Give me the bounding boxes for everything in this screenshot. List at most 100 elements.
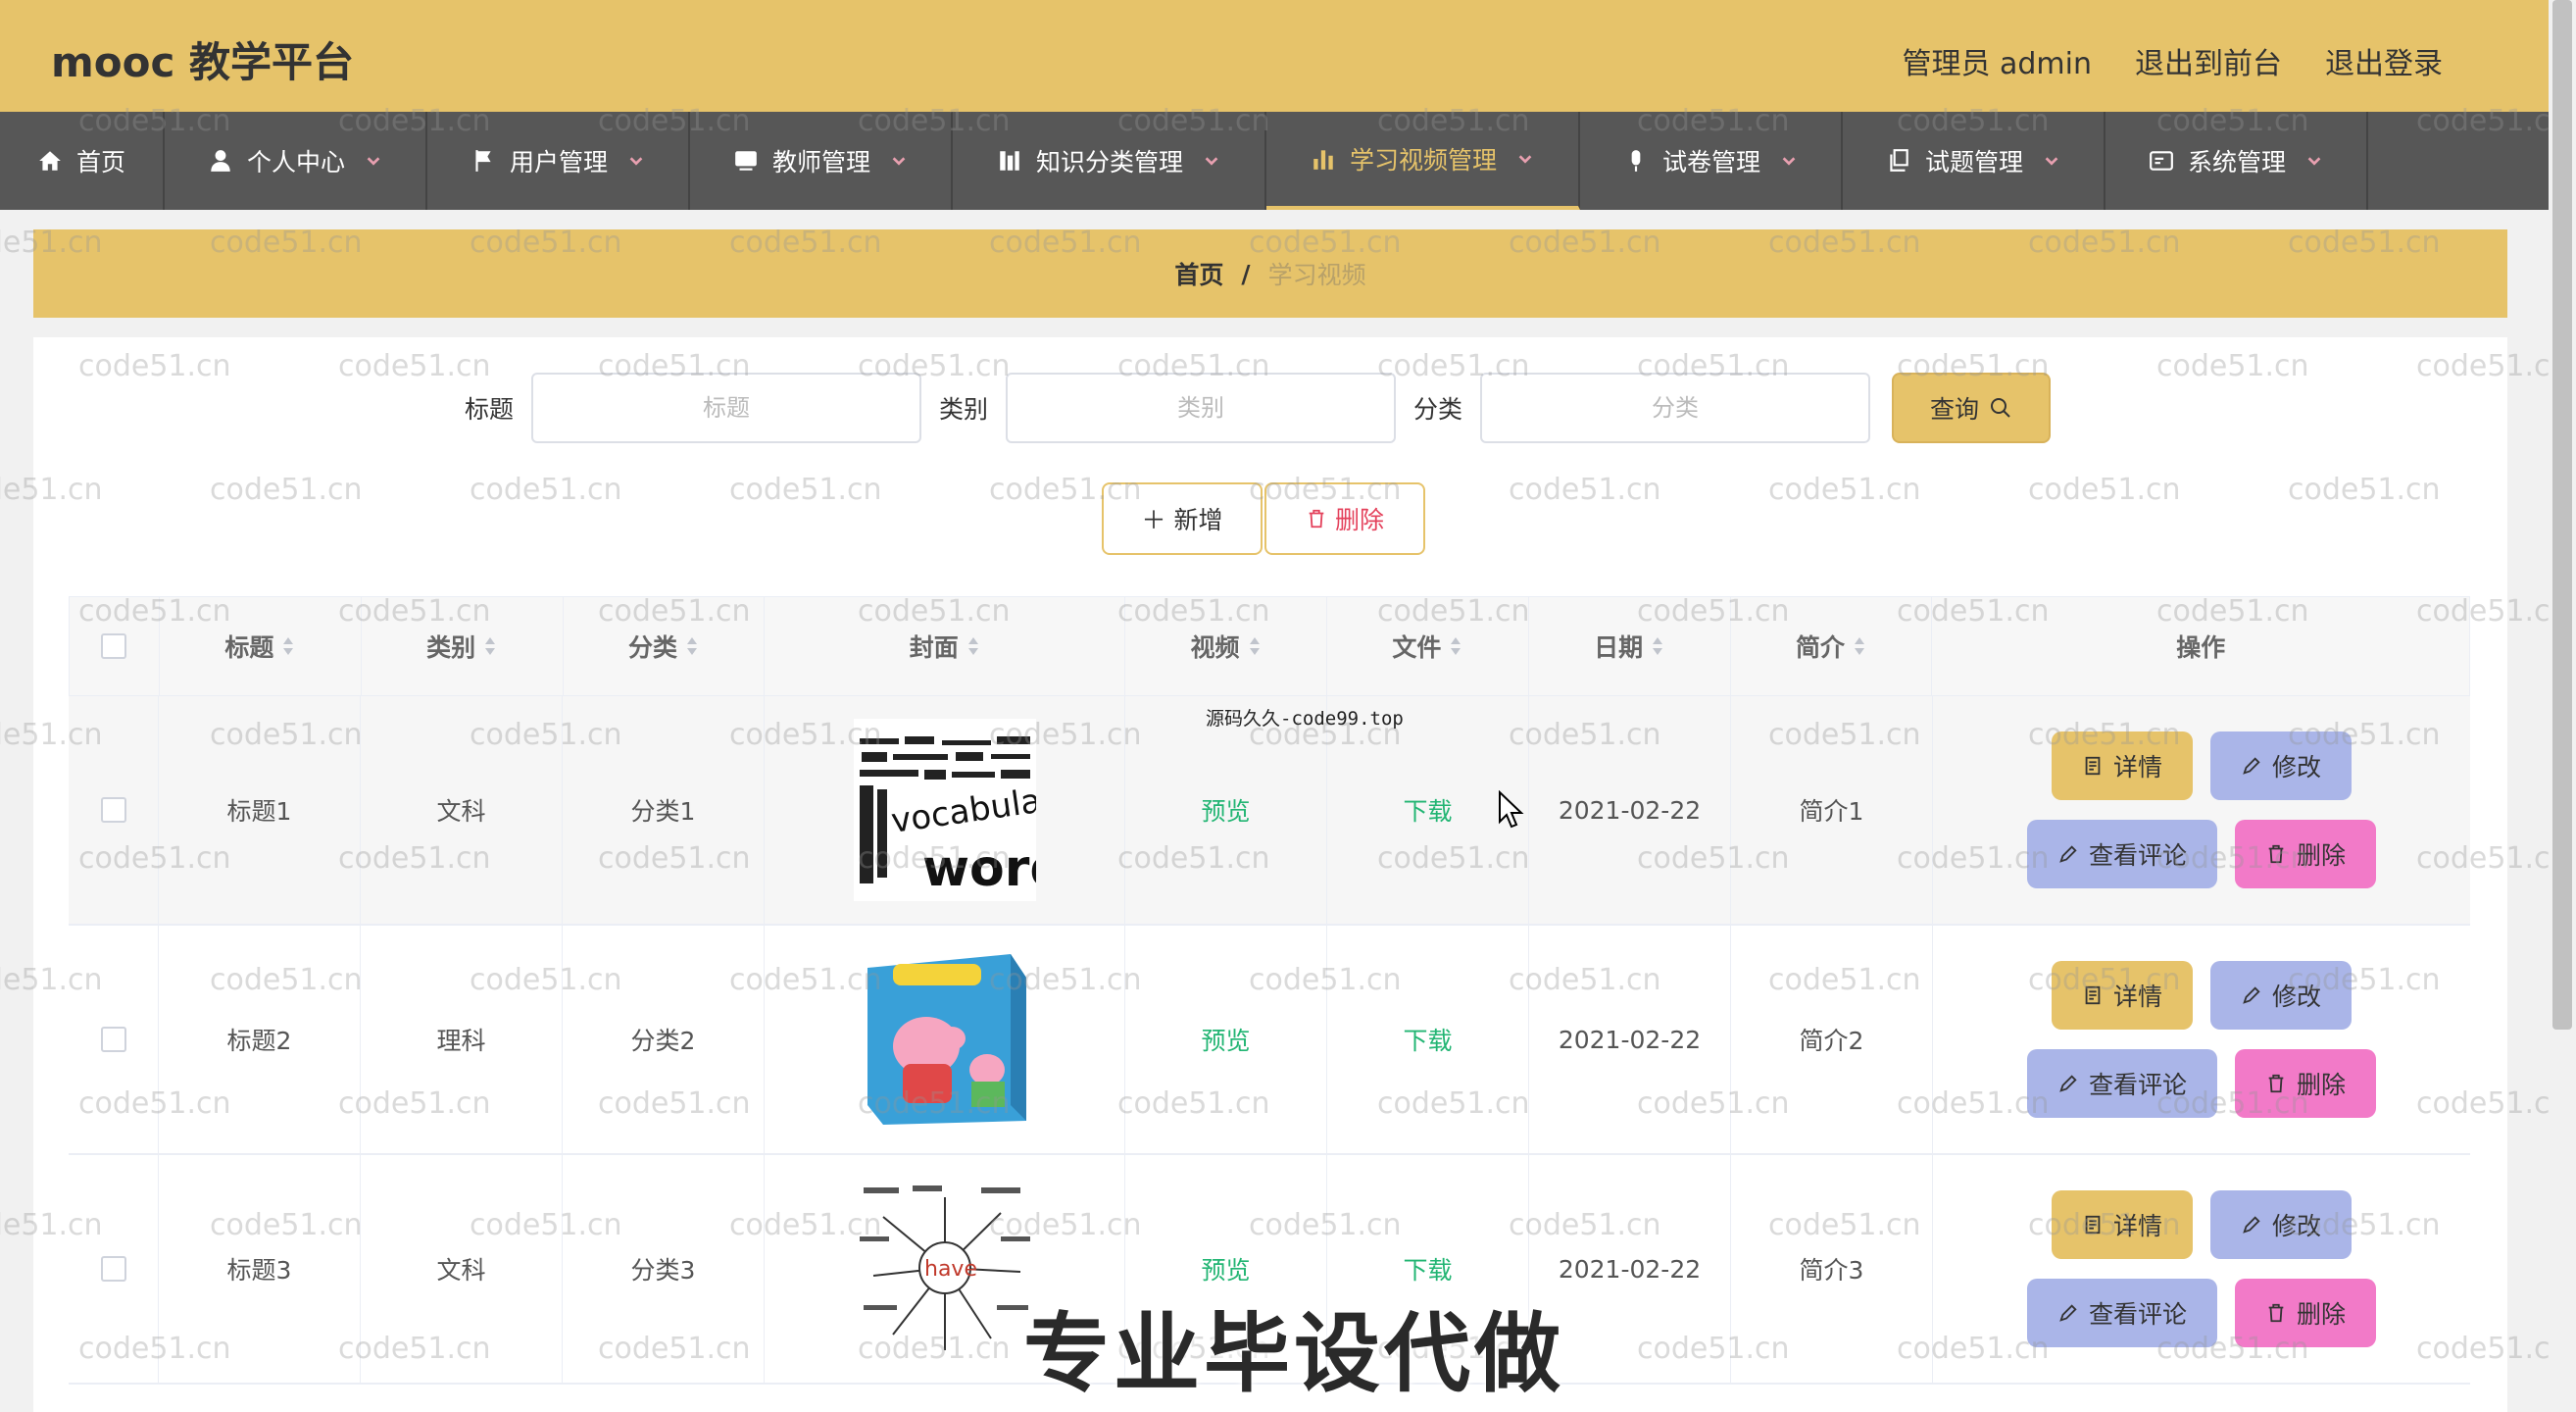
batch-delete-button[interactable]: 删除 bbox=[1264, 482, 1425, 555]
header-label: 封面 bbox=[909, 633, 959, 662]
chevron-down-icon bbox=[892, 157, 906, 166]
detail-button[interactable]: 详情 bbox=[2052, 961, 2193, 1030]
logout-link[interactable]: 退出登录 bbox=[2325, 39, 2443, 82]
header-label: 简介 bbox=[1796, 633, 1846, 662]
nav-label: 用户管理 bbox=[509, 148, 608, 176]
nav-item-knowledge[interactable]: 知识分类管理 bbox=[953, 112, 1266, 210]
chart-icon bbox=[1313, 150, 1333, 170]
class-input[interactable] bbox=[1480, 373, 1871, 443]
cell-cover bbox=[765, 926, 1125, 1153]
sort-icon bbox=[967, 637, 978, 655]
header-label: 类别 bbox=[426, 633, 476, 662]
mouse-cursor-icon bbox=[1499, 790, 1524, 829]
trash-icon bbox=[2268, 844, 2284, 864]
cell-title: 标题2 bbox=[159, 926, 361, 1153]
table-row: 标题2 理科 分类2 预览 下载 2021-02-22 简介2 详情 修改 查看… bbox=[69, 926, 2470, 1155]
add-button[interactable]: ＋ 新增 bbox=[1102, 482, 1263, 555]
admin-label[interactable]: 管理员 admin bbox=[1902, 39, 2092, 82]
nav-label: 试卷管理 bbox=[1661, 148, 1760, 176]
comment-label: 查看评论 bbox=[2088, 1300, 2187, 1329]
brand-title: mooc 教学平台 bbox=[51, 38, 354, 86]
action-bar: ＋ 新增 删除 bbox=[1102, 482, 1425, 555]
have-cover-image: have bbox=[853, 1178, 1036, 1360]
cell-intro: 简介2 bbox=[1731, 926, 1933, 1153]
nav-label: 个人中心 bbox=[246, 148, 345, 176]
nav-item-papers[interactable]: 试卷管理 bbox=[1580, 112, 1843, 210]
edit-label: 修改 bbox=[2271, 1212, 2321, 1240]
edit-button[interactable]: 修改 bbox=[2210, 731, 2352, 800]
row-checkbox[interactable] bbox=[100, 1027, 126, 1052]
th-class[interactable]: 分类 bbox=[564, 597, 766, 695]
comment-label: 查看评论 bbox=[2088, 841, 2187, 870]
nav-item-teachers[interactable]: 教师管理 bbox=[690, 112, 953, 210]
header-label: 分类 bbox=[627, 633, 677, 662]
edit-button[interactable]: 修改 bbox=[2210, 1190, 2352, 1259]
trash-icon bbox=[2268, 1303, 2284, 1323]
breadcrumb-home[interactable]: 首页 bbox=[1174, 256, 1223, 291]
pencil-icon bbox=[2059, 1304, 2077, 1322]
row-checkbox[interactable] bbox=[100, 1256, 126, 1282]
document-icon bbox=[2085, 985, 2101, 1005]
detail-button[interactable]: 详情 bbox=[2052, 1190, 2193, 1259]
select-all-checkbox[interactable] bbox=[101, 633, 127, 659]
nav-item-questions[interactable]: 试题管理 bbox=[1843, 112, 2105, 210]
th-cover[interactable]: 封面 bbox=[765, 597, 1126, 695]
sort-icon bbox=[1249, 637, 1260, 655]
view-comments-button[interactable]: 查看评论 bbox=[2027, 1049, 2217, 1118]
th-intro[interactable]: 简介 bbox=[1731, 597, 1933, 695]
document-icon bbox=[2085, 1215, 2101, 1235]
mic-icon bbox=[1631, 150, 1641, 172]
title-input[interactable] bbox=[531, 373, 922, 443]
th-video[interactable]: 视频 bbox=[1125, 597, 1327, 695]
pencil-icon bbox=[2243, 1216, 2260, 1234]
nav-item-system[interactable]: 系统管理 bbox=[2105, 112, 2368, 210]
sort-icon bbox=[1451, 637, 1461, 655]
cell-class: 分类2 bbox=[563, 926, 765, 1153]
detail-label: 详情 bbox=[2112, 753, 2162, 782]
page-scrollbar[interactable] bbox=[2549, 0, 2576, 1412]
th-category[interactable]: 类别 bbox=[362, 597, 564, 695]
delete-button[interactable]: 删除 bbox=[2235, 820, 2376, 888]
chevron-down-icon bbox=[1205, 157, 1218, 166]
table-row: 标题1 文科 分类1 vocabulary words 预览 下载 bbox=[69, 696, 2470, 926]
nav-item-profile[interactable]: 个人中心 bbox=[165, 112, 427, 210]
main-content: 标题 类别 分类 查询 ＋ 新增 删除 标题 类别 分类 封面 视频 文件 日期 bbox=[33, 337, 2507, 1412]
delete-button[interactable]: 删除 bbox=[2235, 1279, 2376, 1347]
view-comments-button[interactable]: 查看评论 bbox=[2027, 1279, 2217, 1347]
bars-icon bbox=[1000, 151, 1019, 171]
nav-item-videos[interactable]: 学习视频管理 bbox=[1266, 112, 1580, 210]
th-title[interactable]: 标题 bbox=[160, 597, 362, 695]
delete-button[interactable]: 删除 bbox=[2235, 1049, 2376, 1118]
th-actions: 操作 bbox=[1932, 597, 2469, 695]
remove-label: 删除 bbox=[2296, 1300, 2346, 1329]
chevron-down-icon bbox=[367, 157, 380, 166]
row-checkbox-cell bbox=[69, 926, 159, 1153]
detail-button[interactable]: 详情 bbox=[2052, 731, 2193, 800]
th-date[interactable]: 日期 bbox=[1529, 597, 1731, 695]
nav-item-home[interactable]: 首页 bbox=[0, 112, 165, 210]
video-preview-link[interactable]: 预览 bbox=[1125, 926, 1327, 1153]
cell-class: 分类3 bbox=[563, 1155, 765, 1383]
remove-label: 删除 bbox=[2296, 841, 2346, 870]
chevron-down-icon bbox=[1518, 155, 1532, 164]
remove-label: 删除 bbox=[2296, 1071, 2346, 1099]
header-label: 日期 bbox=[1594, 633, 1644, 662]
copy-icon bbox=[1890, 149, 1908, 172]
back-to-front-link[interactable]: 退出到前台 bbox=[2135, 39, 2282, 82]
nav-item-users[interactable]: 用户管理 bbox=[427, 112, 690, 210]
file-download-link[interactable]: 下载 bbox=[1327, 926, 1529, 1153]
edit-label: 修改 bbox=[2271, 983, 2321, 1011]
plus-icon: ＋ bbox=[1141, 506, 1166, 534]
category-input[interactable] bbox=[1006, 373, 1397, 443]
nav-label: 学习视频管理 bbox=[1349, 146, 1497, 175]
chevron-down-icon bbox=[2307, 157, 2321, 166]
header-actions: 管理员 admin 退出到前台 退出登录 bbox=[1902, 39, 2443, 82]
scrollbar-thumb[interactable] bbox=[2552, 0, 2572, 1030]
row-checkbox[interactable] bbox=[100, 797, 126, 823]
view-comments-button[interactable]: 查看评论 bbox=[2027, 820, 2217, 888]
header-label: 视频 bbox=[1190, 633, 1240, 662]
edit-button[interactable]: 修改 bbox=[2210, 961, 2352, 1030]
add-label: 新增 bbox=[1173, 506, 1223, 534]
th-file[interactable]: 文件 bbox=[1327, 597, 1529, 695]
query-button[interactable]: 查询 bbox=[1892, 373, 2052, 443]
